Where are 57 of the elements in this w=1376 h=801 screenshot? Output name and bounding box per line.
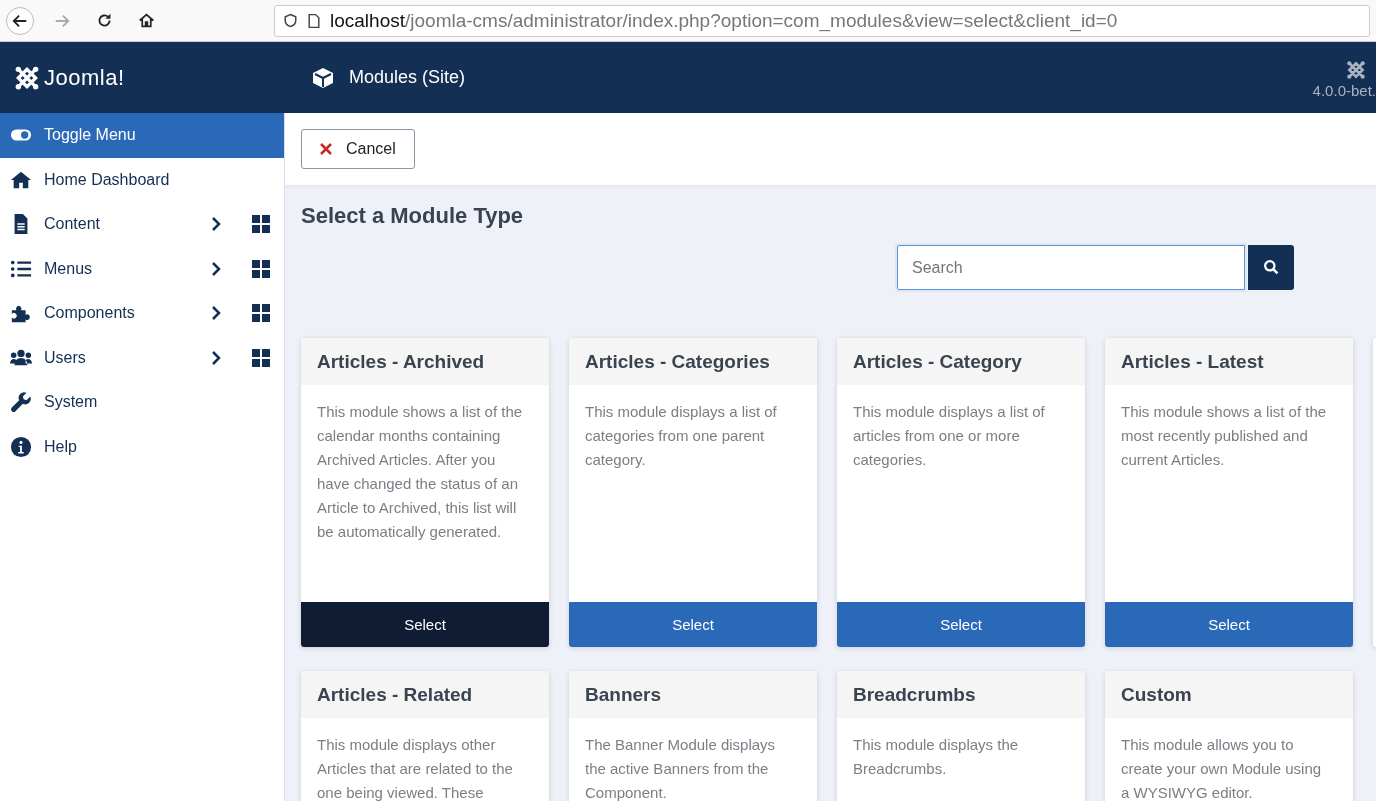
sidebar-item[interactable]: Toggle Menu xyxy=(0,113,284,158)
reload-icon xyxy=(95,12,113,29)
chevron-right-icon xyxy=(210,260,222,277)
card-description: This module displays a list of articles from one or more categories. xyxy=(852,402,1046,470)
search-field[interactable]: Search xyxy=(897,245,1245,290)
sidebar-item[interactable]: Home Dashboard xyxy=(0,157,284,202)
select-button[interactable]: Select xyxy=(301,602,549,647)
info-icon xyxy=(10,435,32,458)
card-title: Articles - Category xyxy=(837,338,1085,385)
shield-icon xyxy=(283,13,298,28)
dashboard-grid-icon xyxy=(252,304,270,323)
chevron-right-icon xyxy=(210,216,222,233)
cancel-button[interactable]: Cancel xyxy=(301,129,415,169)
card-description: This module shows a list of the calendar months containing Archived Articles. After you have changed the status of an Article to Archived, this list will be automatically generated. xyxy=(316,402,524,542)
page-icon xyxy=(306,12,322,29)
chevron-right-icon xyxy=(210,305,222,322)
sidebar-item[interactable]: Components xyxy=(0,291,284,336)
dashboard-grid-icon xyxy=(252,259,270,278)
close-icon xyxy=(320,143,332,155)
cube-icon xyxy=(311,65,335,90)
sidebar-item[interactable]: Help xyxy=(0,424,284,469)
page-heading: Select a Module Type xyxy=(301,203,525,229)
dashboard-grid-icon xyxy=(252,348,270,367)
back-button[interactable] xyxy=(6,6,34,35)
sidebar-item[interactable]: System xyxy=(0,380,284,425)
card-title: Articles - Latest xyxy=(1105,338,1353,385)
select-button[interactable]: Select xyxy=(1105,602,1353,647)
wrench-icon xyxy=(10,391,32,414)
select-button[interactable]: Select xyxy=(569,602,817,647)
card-title: Articles - Related xyxy=(301,671,549,718)
sidebar-item[interactable]: Menus xyxy=(0,246,284,291)
card-description: The Banner Module displays the active Banners from the Component. xyxy=(584,735,777,801)
card-title: Articles - Categories xyxy=(569,338,817,385)
card-title: Breadcrumbs xyxy=(837,671,1085,718)
card-description: This module allows you to create your own Module using a WYSIWYG editor. xyxy=(1120,735,1323,801)
version-text: 4.0.0-bet. xyxy=(1312,82,1376,99)
page-title: Modules (Site) xyxy=(349,67,466,88)
joomla-logo-icon xyxy=(1346,60,1366,80)
address-bar[interactable]: localhost/joomla-cms/administrator/index.php?option=com_modules&view=select&client_id=0 xyxy=(274,4,1370,37)
search-icon xyxy=(1262,259,1280,276)
card-description: This module shows a list of the most recently published and current Articles. xyxy=(1120,402,1328,470)
card-description: This module displays a list of categories from one parent category. xyxy=(584,402,778,470)
card-description: This module displays the Breadcrumbs. xyxy=(852,735,1020,779)
url-text: localhost/joomla-cms/administrator/index.php?option=com_modules&view=select&client_id=0 xyxy=(330,9,1118,32)
dashboard-grid-icon xyxy=(252,215,270,234)
logo-text: Joomla! xyxy=(44,64,125,91)
select-button[interactable]: Select xyxy=(837,602,1085,647)
sidebar-item[interactable]: Users xyxy=(0,335,284,380)
sidebar-item[interactable]: Content xyxy=(0,202,284,247)
home-icon xyxy=(137,12,155,29)
card-title: Custom xyxy=(1105,671,1353,718)
card-title: Articles - Archived xyxy=(301,338,549,385)
card-description: This module displays other Articles that are related to the one being viewed. These xyxy=(316,735,514,801)
joomla-logo-icon xyxy=(14,64,40,91)
chevron-right-icon xyxy=(210,349,222,366)
card-title: Banners xyxy=(569,671,817,718)
search-button[interactable] xyxy=(1248,245,1294,290)
